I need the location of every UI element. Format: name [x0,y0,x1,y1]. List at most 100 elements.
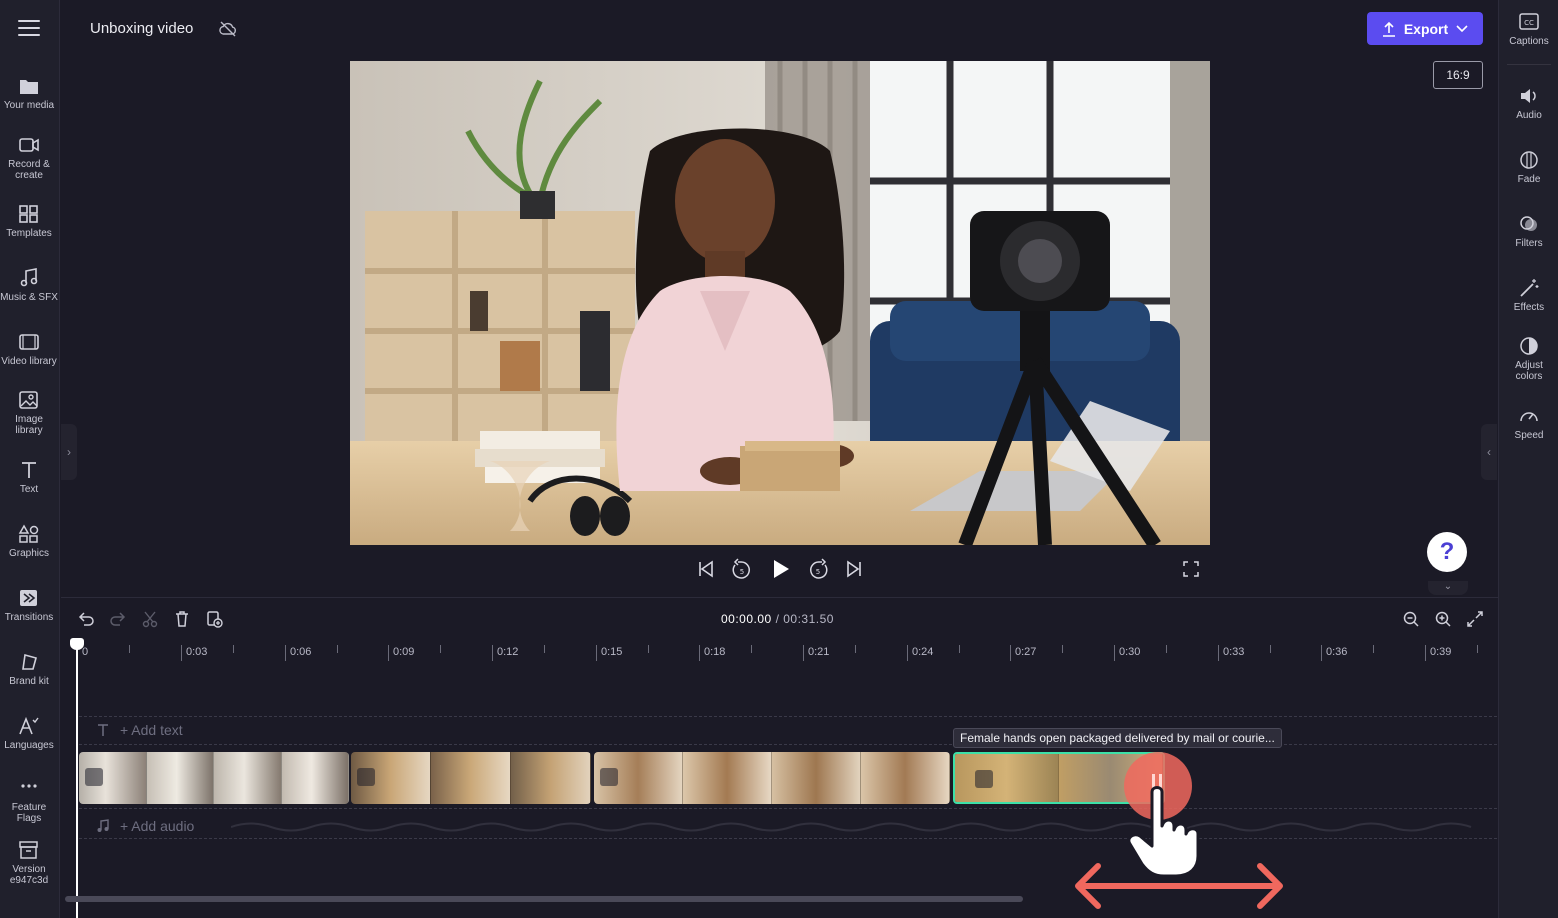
project-title[interactable]: Unboxing video [90,20,193,37]
wand-icon [1520,279,1539,297]
split-scissors-icon[interactable] [141,610,159,628]
music-icon [20,268,38,287]
panel-fade[interactable]: Fade [1499,150,1558,185]
rewind-5-icon[interactable]: 5 [730,556,754,582]
camera-icon [19,138,39,152]
clip-thumbnail [281,752,349,804]
clip-audio-icon[interactable] [975,770,993,788]
ruler-label: 0:27 [1010,645,1036,661]
cloud-off-icon[interactable] [218,19,238,39]
nav-record-create[interactable]: Record & create [0,135,58,181]
ruler-label: 0:18 [699,645,725,661]
video-clip[interactable] [594,752,950,804]
ruler-tick [440,645,441,653]
chevron-left-icon: ‹ [1487,445,1491,459]
play-icon[interactable] [770,556,792,582]
add-to-timeline-icon[interactable] [205,610,223,628]
ruler-tick [1062,645,1063,653]
panel-adjust-colors[interactable]: Adjust colors [1499,336,1558,382]
timeline-scrollbar[interactable] [65,896,1023,902]
nav-video-library[interactable]: Video library [0,332,58,367]
ruler-tick [129,645,130,653]
clip-audio-icon[interactable] [85,768,103,786]
svg-text:5: 5 [816,568,820,576]
zoom-out-icon[interactable] [1402,610,1420,628]
ruler-tick [751,645,752,653]
panel-filters[interactable]: Filters [1499,214,1558,249]
ruler-tick [648,645,649,653]
panel-audio[interactable]: Audio [1499,86,1558,121]
left-panel-expand-button[interactable]: › [61,424,77,480]
drag-trim-hint [1075,752,1283,909]
playhead[interactable] [76,638,78,918]
undo-icon[interactable] [77,610,95,628]
nav-image-library[interactable]: Image library [0,390,58,436]
playhead-handle[interactable] [70,638,84,650]
aspect-ratio-button[interactable]: 16:9 [1433,61,1483,89]
video-preview[interactable] [350,61,1210,545]
ruler-tick [337,645,338,653]
export-button[interactable]: Export [1367,12,1483,45]
timeline-ruler[interactable]: 0 0:03 0:06 0:09 0:12 0:15 0:18 0:21 0:2… [77,640,1492,661]
ruler-label: 0:30 [1114,645,1140,661]
nav-feature-flags[interactable]: Feature Flags [0,778,58,824]
skip-to-start-icon[interactable] [697,556,715,582]
delete-icon[interactable] [173,610,191,628]
panel-speed[interactable]: Speed [1499,406,1558,441]
svg-text:5: 5 [740,568,744,576]
brand-kit-icon [22,653,37,670]
filters-icon [1520,216,1537,231]
skip-to-end-icon[interactable] [845,556,863,582]
clip-thumbnail [431,752,511,804]
clipchamp-editor: Your media Record & create Templates Mus… [0,0,1558,918]
panel-captions[interactable]: CC Captions [1499,12,1558,47]
ruler-label: 0:12 [492,645,518,661]
fit-timeline-icon[interactable] [1466,610,1484,628]
ruler-label: 0:39 [1425,645,1451,661]
ruler-tick [855,645,856,653]
speed-icon [1520,412,1538,422]
right-panel-expand-button[interactable]: ‹ [1481,424,1497,480]
fade-icon [1520,151,1538,169]
help-button[interactable]: ? [1427,532,1467,572]
nav-version[interactable]: Version e947c3d [0,840,58,886]
nav-brand-kit[interactable]: Brand kit [0,652,58,687]
ruler-label: 0:15 [596,645,622,661]
clip-thumbnail [955,754,1059,802]
speaker-icon [1521,89,1536,103]
add-text-track[interactable]: + Add text [96,722,183,738]
nav-templates[interactable]: Templates [0,204,58,239]
nav-graphics[interactable]: Graphics [0,524,58,559]
chevron-down-icon: ⌄ [1443,581,1453,592]
panel-effects[interactable]: Effects [1499,278,1558,313]
clip-audio-icon[interactable] [600,768,618,786]
video-clip[interactable] [79,752,349,804]
forward-5-icon[interactable]: 5 [806,556,830,582]
nav-languages[interactable]: Languages [0,716,58,751]
text-icon [22,462,36,478]
time-readout: 00:00.00 / 00:31.50 [721,612,834,626]
fullscreen-icon[interactable] [1182,556,1200,582]
nav-your-media[interactable]: Your media [0,76,58,111]
add-audio-track[interactable]: + Add audio [96,818,194,834]
collapse-preview-button[interactable]: ⌄ [1428,581,1468,595]
redo-icon[interactable] [109,610,127,628]
ruler-label: 0:33 [1218,645,1244,661]
clip-audio-icon[interactable] [357,768,375,786]
clip-name-tooltip: Female hands open packaged delivered by … [953,728,1282,748]
menu-icon[interactable] [18,20,40,38]
track-divider [79,716,1497,717]
nav-text[interactable]: Text [0,460,58,495]
zoom-in-icon[interactable] [1434,610,1452,628]
nav-music-sfx[interactable]: Music & SFX [0,268,58,303]
ruler-tick [1270,645,1271,653]
total-duration: / 00:31.50 [775,612,834,626]
audio-waveform-placeholder [231,822,1472,832]
video-clip[interactable] [351,752,591,804]
shapes-icon [18,524,39,543]
clip-thumbnail [146,752,214,804]
ruler-tick [233,645,234,653]
divider [1507,64,1551,65]
archive-icon [19,841,38,859]
nav-transitions[interactable]: Transitions [0,588,58,623]
